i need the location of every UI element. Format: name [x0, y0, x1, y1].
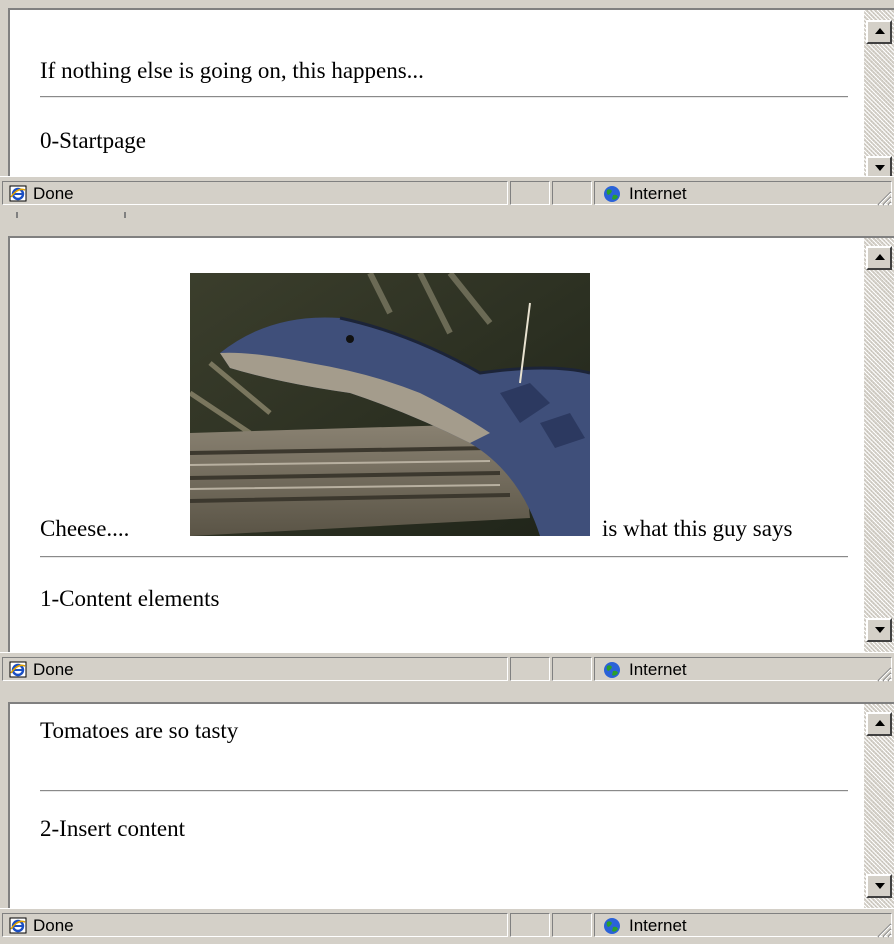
vertical-scrollbar[interactable] [864, 238, 894, 656]
zone-text: Internet [629, 660, 687, 679]
status-text: Done [33, 660, 74, 679]
arrow-down-icon [875, 627, 885, 633]
scroll-up-button[interactable] [866, 246, 892, 270]
scroll-down-button[interactable] [866, 874, 892, 898]
status-main-pane: Done [2, 181, 508, 205]
scroll-down-button[interactable] [866, 156, 892, 176]
page-label: 1-Content elements [40, 586, 220, 611]
status-pane-2 [552, 913, 592, 937]
body-text: If nothing else is going on, this happen… [40, 58, 424, 83]
status-main-pane: Done [2, 913, 508, 937]
arrow-up-icon [875, 28, 885, 34]
ie-page-icon [9, 917, 27, 934]
page-label: 0-Startpage [40, 128, 147, 153]
resize-grip-icon[interactable] [874, 664, 892, 682]
horizontal-rule [40, 556, 848, 558]
status-zone-pane: Internet [594, 913, 892, 937]
horizontal-rule [40, 96, 848, 98]
page-viewport: Cheese.... is what this guy says 1-Conte… [8, 236, 894, 656]
zone-text: Internet [629, 916, 687, 935]
arrow-down-icon [875, 883, 885, 889]
arrow-up-icon [875, 254, 885, 260]
browser-window-insert-content: Tomatoes are so tasty 2-Insert content D… [0, 700, 894, 944]
globe-icon [604, 918, 620, 934]
scroll-up-button[interactable] [866, 712, 892, 736]
page-viewport: Tomatoes are so tasty 2-Insert content [8, 702, 894, 910]
arrow-up-icon [875, 720, 885, 726]
vertical-scrollbar[interactable] [864, 10, 894, 176]
status-text: Done [33, 916, 74, 935]
status-bar: Done Internet [0, 652, 894, 684]
zone-text: Internet [629, 184, 687, 203]
status-pane-2 [552, 657, 592, 681]
page-content: If nothing else is going on, this happen… [10, 10, 864, 176]
pre-image-text: Cheese.... [40, 516, 130, 541]
horizontal-rule [40, 790, 848, 792]
vertical-scrollbar[interactable] [864, 704, 894, 910]
status-zone-pane: Internet [594, 657, 892, 681]
browser-window-content-elements: Cheese.... is what this guy says 1-Conte… [0, 232, 894, 692]
scroll-up-button[interactable] [866, 20, 892, 44]
status-pane-1 [510, 181, 550, 205]
page-viewport: If nothing else is going on, this happen… [8, 8, 894, 176]
status-pane-1 [510, 657, 550, 681]
alligator-image [190, 273, 590, 536]
ie-page-icon [9, 185, 27, 202]
globe-icon [604, 186, 620, 202]
status-bar: Done Internet [0, 908, 894, 940]
page-content: Tomatoes are so tasty 2-Insert content [10, 704, 864, 910]
arrow-down-icon [875, 165, 885, 171]
scroll-down-button[interactable] [866, 618, 892, 642]
status-bar: Done Internet [0, 176, 894, 208]
browser-window-startpage: If nothing else is going on, this happen… [0, 0, 894, 208]
window-gap [0, 208, 894, 232]
status-main-pane: Done [2, 657, 508, 681]
body-text: Tomatoes are so tasty [40, 718, 239, 743]
globe-icon [604, 662, 620, 678]
post-image-text: is what this guy says [602, 516, 793, 541]
status-pane-2 [552, 181, 592, 205]
resize-grip-icon[interactable] [874, 920, 892, 938]
status-zone-pane: Internet [594, 181, 892, 205]
ie-page-icon [9, 661, 27, 678]
resize-grip-icon[interactable] [874, 188, 892, 206]
page-content: Cheese.... is what this guy says 1-Conte… [10, 238, 864, 656]
ruler-tick [124, 212, 126, 218]
status-text: Done [33, 184, 74, 203]
ruler-tick [16, 212, 18, 218]
status-pane-1 [510, 913, 550, 937]
page-label: 2-Insert content [40, 816, 185, 841]
